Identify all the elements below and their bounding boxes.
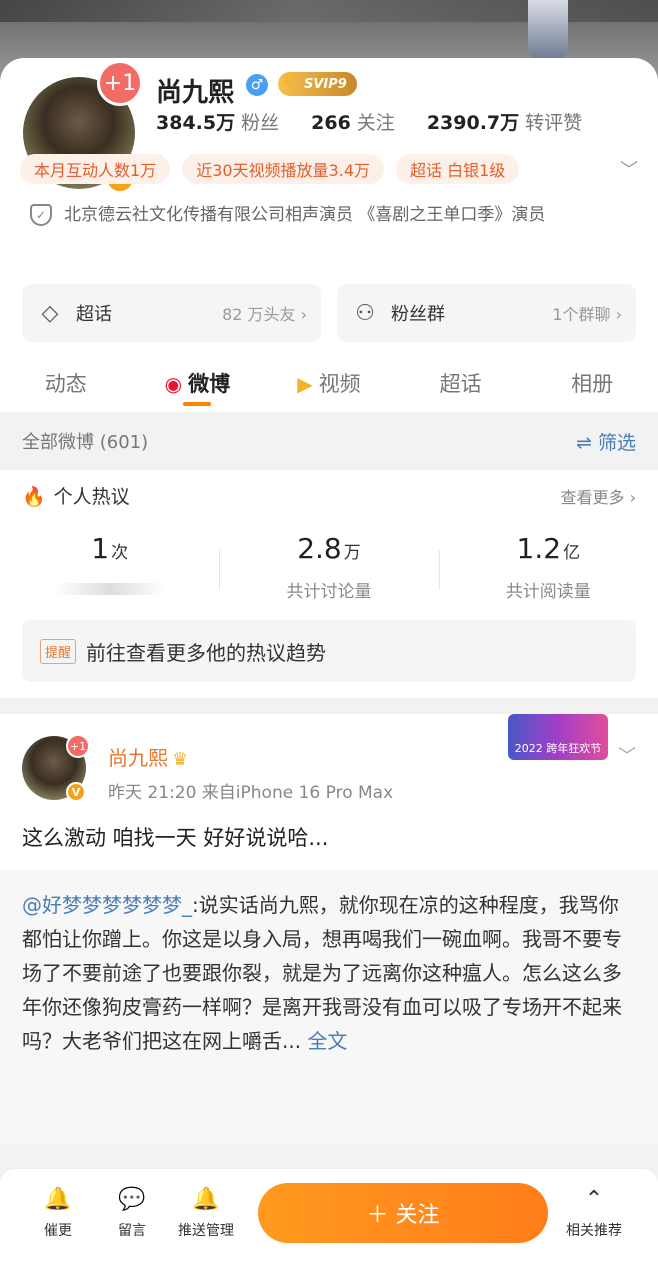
tab-album[interactable]: 相册 bbox=[526, 358, 658, 412]
full-text-link[interactable]: 全文 bbox=[307, 1029, 347, 1053]
filter-icon: ⇌ bbox=[576, 431, 592, 454]
diamond-icon: ◇ bbox=[41, 300, 59, 326]
post-verified-icon: V bbox=[66, 782, 86, 802]
bottom-label: 相关推荐 bbox=[566, 1223, 622, 1239]
hot-header: 🔥 个人热议 bbox=[22, 482, 130, 509]
expand-chevron-icon[interactable]: ﹀ bbox=[620, 156, 638, 182]
repost-mention[interactable]: @好梦梦梦梦梦梦_ bbox=[22, 893, 192, 917]
bottom-label: 推送管理 bbox=[178, 1223, 234, 1239]
chevron-up-circle-icon: ⌃ bbox=[584, 1187, 604, 1212]
filter-label: 筛选 bbox=[597, 431, 636, 454]
card-label: 粉丝群 bbox=[391, 304, 445, 325]
hot-stat-label: 共计阅读量 bbox=[505, 582, 591, 602]
profile-stats: 384.5万 粉丝 266 关注 2390.7万 转评赞 bbox=[156, 108, 582, 135]
bell-icon: 🔔 bbox=[44, 1187, 72, 1212]
push-settings-button[interactable]: 🔔 推送管理 bbox=[166, 1187, 246, 1240]
crown-icon: ♛ bbox=[280, 70, 297, 91]
stat-value: 384.5万 bbox=[156, 112, 236, 134]
follow-button[interactable]: ＋ 关注 bbox=[258, 1183, 548, 1243]
tag-supertopic-level[interactable]: 超话 白银1级 bbox=[396, 154, 520, 184]
plus-one-badge[interactable]: +1 bbox=[97, 60, 143, 106]
hot-stat-num: 1.2 bbox=[516, 532, 562, 565]
hot-stat-num: 2.8 bbox=[297, 532, 342, 565]
stat-value: 2390.7万 bbox=[426, 112, 520, 134]
bottom-label: 催更 bbox=[44, 1223, 72, 1239]
bell-plus-icon: 🔔 bbox=[192, 1187, 220, 1212]
post-plus-badge: +1 bbox=[66, 734, 90, 758]
post-author-name: 尚九熙 bbox=[108, 746, 168, 770]
tab-dynamics[interactable]: 动态 bbox=[0, 358, 132, 412]
filter-button[interactable]: ⇌ 筛选 bbox=[576, 428, 636, 455]
stat-label: 关注 bbox=[356, 112, 395, 134]
post-menu-chevron-icon[interactable]: ﹀ bbox=[618, 742, 636, 768]
stat-label: 转评赞 bbox=[525, 112, 583, 134]
related-recommend-button[interactable]: ⌃ 相关推荐 bbox=[554, 1187, 634, 1240]
supertopic-card[interactable]: ◇ 超话 82 万头友 › bbox=[22, 284, 321, 342]
hot-title: 个人热议 bbox=[53, 486, 130, 508]
profile-tabs: 动态 ◉ 微博 ▶ 视频 超话 相册 bbox=[0, 358, 658, 412]
fan-group-card[interactable]: ⚇ 粉丝群 1个群聊 › bbox=[337, 284, 636, 342]
see-more-link[interactable]: 查看更多 › bbox=[561, 484, 637, 508]
comment-icon: 💬 bbox=[118, 1187, 146, 1212]
weibo-post: +1 V 尚九熙 ♛ 昨天 21:20 来自iPhone 16 Pro Max 2… bbox=[0, 714, 658, 1144]
hot-stat-times: 1次 bbox=[0, 532, 219, 602]
hot-stat-unit: 万 bbox=[343, 543, 361, 563]
weibo-count-label[interactable]: 全部微博 (601) bbox=[22, 428, 148, 454]
post-text[interactable]: 这么激动 咱找一天 好好说说哈... bbox=[22, 822, 328, 852]
stat-likes[interactable]: 2390.7万 转评赞 bbox=[427, 108, 582, 135]
stat-value: 266 bbox=[311, 112, 351, 134]
group-icon: ⚇ bbox=[355, 300, 375, 326]
svip-label: SVIP9 bbox=[304, 76, 347, 92]
hot-stat-unit: 亿 bbox=[563, 543, 581, 563]
hot-stat-label: 共计讨论量 bbox=[286, 582, 372, 602]
tag-interactions[interactable]: 本月互动人数1万 bbox=[20, 154, 171, 184]
profile-name: 尚九熙 bbox=[156, 78, 235, 108]
profile-card: +1 V 尚九熙 ♂ ♛ SVIP9 384.5万粉丝 266关注 2390.7… bbox=[0, 58, 658, 412]
tab-video[interactable]: ▶ 视频 bbox=[263, 358, 395, 412]
tab-label: 视频 bbox=[318, 372, 361, 396]
tab-label: 微博 bbox=[188, 372, 231, 396]
shield-icon: ✓ bbox=[30, 204, 52, 226]
hot-stat-discussion: 2.8 万 共计讨论量 bbox=[219, 532, 438, 602]
male-icon: ♂ bbox=[246, 74, 268, 96]
reposted-content[interactable]: @好梦梦梦梦梦梦_:说实话尚九熙，就你现在凉的这种程度，我骂你都怕让你蹭上。你这… bbox=[0, 870, 658, 1144]
banner-figure bbox=[528, 0, 568, 60]
hint-text: 前往查看更多他的热议趋势 bbox=[86, 640, 327, 665]
profile-tags: 本月互动人数1万 近30天视频播放量3.4万 超话 白银1级 bbox=[20, 154, 520, 184]
reminder-badge: 提醒 bbox=[40, 638, 77, 664]
tab-weibo[interactable]: ◉ 微博 bbox=[132, 358, 264, 412]
bottom-label: 留言 bbox=[118, 1223, 146, 1239]
verification-text: 北京德云社文化传播有限公司相声演员 《喜剧之王单口季》演员 bbox=[64, 205, 546, 225]
hot-trend-hint[interactable]: 提醒 前往查看更多他的热议趋势 bbox=[22, 620, 636, 682]
hot-stats: 1次 2.8 万 共计讨论量 1.2 亿 共计阅读量 bbox=[0, 532, 658, 602]
bottom-action-bar: 🔔 催更 💬 留言 🔔 推送管理 ＋ 关注 ⌃ 相关推荐 bbox=[0, 1168, 658, 1278]
tag-video-views[interactable]: 近30天视频播放量3.4万 bbox=[182, 154, 384, 184]
weibo-icon: ◉ bbox=[164, 372, 183, 396]
video-icon: ▶ bbox=[297, 372, 313, 396]
verification-info: ✓ 北京德云社文化传播有限公司相声演员 《喜剧之王单口季》演员 bbox=[30, 198, 630, 232]
stat-followers[interactable]: 384.5万 粉丝 bbox=[156, 108, 279, 135]
weibo-filter-bar: 全部微博 (601) ⇌ 筛选 bbox=[0, 412, 658, 470]
event-sticker: 2022 跨年狂欢节 bbox=[508, 714, 608, 760]
card-meta: 82 万头友 › bbox=[222, 305, 307, 324]
urge-update-button[interactable]: 🔔 催更 bbox=[18, 1187, 98, 1240]
profile-cards: ◇ 超话 82 万头友 › ⚇ 粉丝群 1个群聊 › bbox=[22, 284, 636, 342]
flame-icon: 🔥 bbox=[22, 486, 46, 508]
tab-supertopic[interactable]: 超话 bbox=[395, 358, 527, 412]
stat-following[interactable]: 266 关注 bbox=[311, 108, 395, 135]
svip-badge[interactable]: ♛ SVIP9 bbox=[278, 70, 357, 96]
card-label: 超话 bbox=[76, 304, 112, 325]
crown-icon: ♛ bbox=[172, 749, 189, 770]
post-author[interactable]: 尚九熙 ♛ bbox=[108, 742, 188, 771]
post-time-source: 昨天 21:20 来自iPhone 16 Pro Max bbox=[108, 783, 394, 803]
hot-discussion-section: 🔥 个人热议 查看更多 › 1次 2.8 万 共计讨论量 1.2 亿 共计阅读量 提醒… bbox=[0, 470, 658, 698]
stat-label: 粉丝 bbox=[241, 112, 280, 134]
blurred-label bbox=[54, 583, 165, 595]
message-button[interactable]: 💬 留言 bbox=[92, 1187, 172, 1240]
hot-stat-num: 1 bbox=[91, 532, 110, 565]
hot-stat-unit: 次 bbox=[111, 543, 129, 563]
hot-stat-reads: 1.2 亿 共计阅读量 bbox=[438, 532, 658, 602]
card-meta: 1个群聊 › bbox=[552, 305, 622, 324]
